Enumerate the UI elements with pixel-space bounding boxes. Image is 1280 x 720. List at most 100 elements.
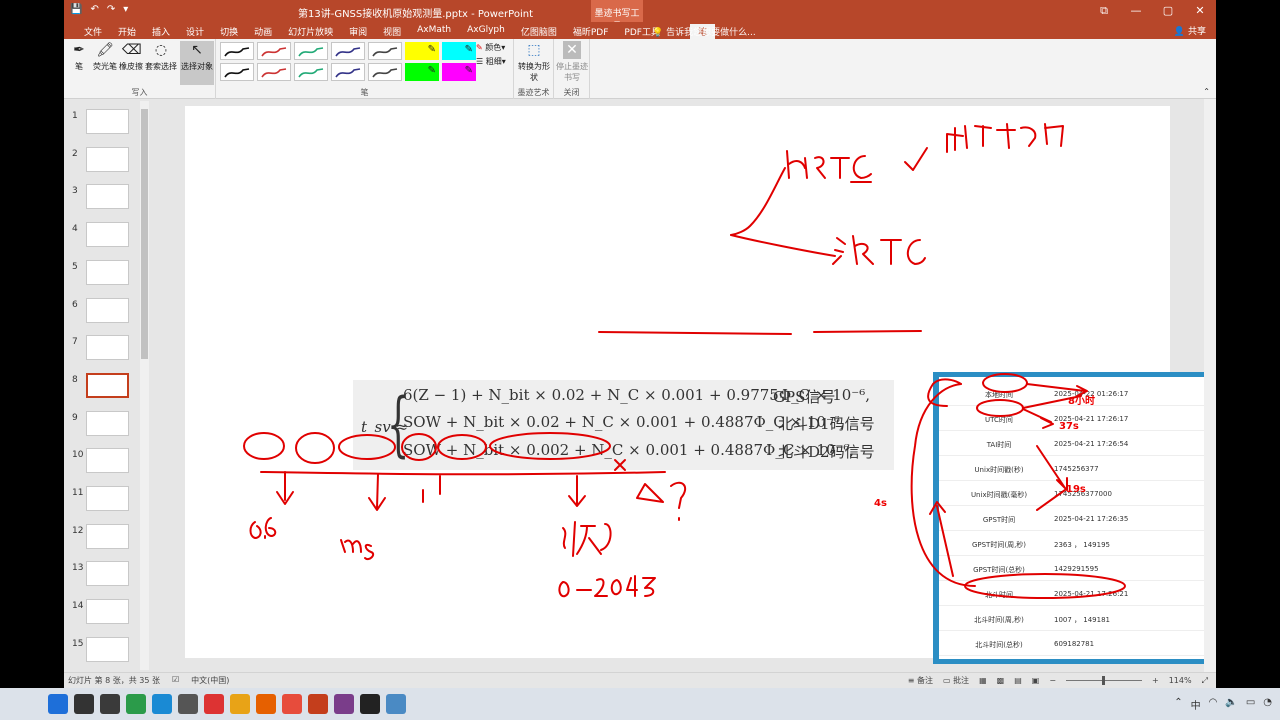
slide-thumbnail-10[interactable]: 10 — [68, 448, 148, 478]
volume-icon[interactable]: 🔈 — [1225, 697, 1237, 712]
redo-icon[interactable]: ↷ — [107, 4, 115, 15]
tell-me-search[interactable]: 💡 告诉我您想要做什么... — [652, 25, 756, 38]
slide-thumbnail-12[interactable]: 12 — [68, 523, 148, 554]
chrome-icon[interactable] — [230, 694, 250, 714]
tab-6[interactable]: 幻灯片放映 — [280, 24, 341, 39]
tab-7[interactable]: 审阅 — [341, 24, 375, 39]
clock-icon[interactable]: ◔ — [1263, 697, 1272, 712]
pen-swatch-13[interactable]: ✎ — [442, 63, 476, 81]
slide-scrollbar[interactable] — [1204, 99, 1216, 672]
search-icon[interactable] — [74, 694, 94, 714]
slide-thumbnail-2[interactable]: 2 — [68, 146, 148, 177]
tab-9[interactable]: AxMath — [409, 24, 459, 39]
slide-thumbnail-6[interactable]: 6 — [68, 297, 148, 328]
zoom-slider[interactable] — [1066, 676, 1143, 685]
winrar-icon[interactable] — [334, 694, 354, 714]
tab-0[interactable]: 文件 — [76, 24, 110, 39]
pen-swatch-5[interactable]: ✎ — [405, 42, 439, 60]
pen-swatch-8[interactable] — [257, 63, 291, 81]
pen-swatch-6[interactable]: ✎ — [442, 42, 476, 60]
zoom-level[interactable]: 114% — [1169, 676, 1192, 685]
fit-slide-icon[interactable]: ⤢ — [1202, 676, 1208, 686]
tab-4[interactable]: 切换 — [212, 24, 246, 39]
terminal-icon[interactable] — [100, 694, 120, 714]
pen-swatch-4[interactable] — [368, 42, 402, 60]
chevron-up-icon[interactable]: ⌃ — [1174, 697, 1182, 712]
slide-thumbnail-1[interactable]: 1 — [68, 109, 148, 139]
slide-thumbnail-13[interactable]: 13 — [68, 561, 148, 591]
convert-to-shape-button[interactable]: ⬚ 转换为形状 — [517, 41, 551, 83]
slide-thumbnail-7[interactable]: 7 — [68, 335, 148, 365]
save-icon[interactable]: 💾 — [70, 4, 82, 15]
netease-music-icon[interactable] — [204, 694, 224, 714]
language-indicator[interactable]: 中文(中国) — [191, 675, 229, 686]
slideshow-icon[interactable]: ▣ — [1032, 676, 1040, 685]
slide-thumbnail-3[interactable]: 3 — [68, 184, 148, 214]
comments-button[interactable]: ▭ 批注 — [943, 675, 969, 686]
powerpoint-icon[interactable] — [308, 694, 328, 714]
tab-2[interactable]: 插入 — [144, 24, 178, 39]
app-g-icon[interactable] — [282, 694, 302, 714]
ink-arrow-nbit — [368, 473, 386, 511]
highlighter-button[interactable]: 🖍 荧光笔 — [92, 41, 118, 72]
tab-12[interactable]: 福昕PDF — [565, 24, 617, 39]
slide-thumbnail-8[interactable]: 8 — [68, 372, 148, 403]
tab-8[interactable]: 视图 — [375, 24, 409, 39]
battery-icon[interactable]: ▭ — [1246, 697, 1255, 712]
ribbon-display-icon[interactable]: ⧉ — [1088, 0, 1120, 22]
pen-swatch-9[interactable] — [294, 63, 328, 81]
minimize-button[interactable]: — — [1120, 0, 1152, 22]
slide-thumbnail-9[interactable]: 9 — [68, 410, 148, 441]
pen-swatch-10[interactable] — [331, 63, 365, 81]
tab-3[interactable]: 设计 — [178, 24, 212, 39]
tab-5[interactable]: 动画 — [246, 24, 280, 39]
slide-preview — [86, 523, 129, 549]
tray-language[interactable]: 中 — [1191, 697, 1201, 712]
edge-icon[interactable] — [152, 694, 172, 714]
wifi-icon[interactable]: ◠ — [1209, 697, 1218, 712]
pen-swatch-12[interactable]: ✎ — [405, 63, 439, 81]
record-icon[interactable] — [360, 694, 380, 714]
reading-view-icon[interactable]: ▤ — [1014, 676, 1022, 685]
tab-1[interactable]: 开始 — [110, 24, 144, 39]
tab-10[interactable]: AxGlyph — [459, 24, 513, 39]
undo-icon[interactable]: ↶ — [90, 4, 98, 15]
slide-thumbnail-4[interactable]: 4 — [68, 222, 148, 252]
cursor-icon: ↖ — [191, 42, 203, 58]
spellcheck-icon[interactable]: ☑ — [172, 675, 179, 686]
slide-thumbnail-11[interactable]: 11 — [68, 486, 148, 516]
pen-swatch-11[interactable] — [368, 63, 402, 81]
pen-swatch-0[interactable] — [220, 42, 254, 60]
maximize-button[interactable]: ▢ — [1152, 0, 1184, 22]
stop-inking-button[interactable]: ✕ 停止墨迹书写 — [555, 41, 589, 83]
notes-button[interactable]: ≡ 备注 — [908, 675, 933, 686]
zoom-out-button[interactable]: − — [1049, 676, 1056, 685]
pen-swatch-3[interactable] — [331, 42, 365, 60]
share-button[interactable]: 👤 共享 — [1174, 24, 1206, 37]
firefox-icon[interactable] — [256, 694, 276, 714]
slide-thumbnail-5[interactable]: 5 — [68, 259, 148, 290]
thickness-button[interactable]: ☰ 粗细▾ — [476, 56, 506, 67]
app-icon[interactable] — [126, 694, 146, 714]
color-button[interactable]: ✎ 颜色▾ — [476, 42, 505, 53]
pen-button[interactable]: ✒ 笔 — [68, 41, 90, 72]
sorter-view-icon[interactable]: ▩ — [997, 676, 1005, 685]
picture-icon[interactable] — [386, 694, 406, 714]
pen-swatch-1[interactable] — [257, 42, 291, 60]
collapse-ribbon-icon[interactable]: ⌃ — [1203, 87, 1210, 96]
slide-thumbnail-15[interactable]: 15 — [68, 636, 148, 667]
normal-view-icon[interactable]: ▦ — [979, 676, 987, 685]
pen-swatch-7[interactable] — [220, 63, 254, 81]
slide-canvas[interactable]: t_sv ≈ { 6(Z − 1) + N_bit × 0.02 + N_C ×… — [185, 106, 1216, 664]
slide-thumbnail-14[interactable]: 14 — [68, 599, 148, 629]
close-button[interactable]: ✕ — [1184, 0, 1216, 22]
calculator-icon[interactable] — [178, 694, 198, 714]
eraser-button[interactable]: ⌫ 橡皮擦 — [118, 41, 144, 72]
start-icon[interactable] — [48, 694, 68, 714]
zoom-in-button[interactable]: + — [1152, 676, 1159, 685]
select-objects-button[interactable]: ↖ 选择对象 — [180, 41, 214, 85]
tab-11[interactable]: 亿图脑图 — [513, 24, 565, 39]
lasso-select-button[interactable]: ◌ 套索选择 — [144, 41, 178, 72]
customize-icon[interactable]: ▾ — [123, 4, 128, 15]
pen-swatch-2[interactable] — [294, 42, 328, 60]
